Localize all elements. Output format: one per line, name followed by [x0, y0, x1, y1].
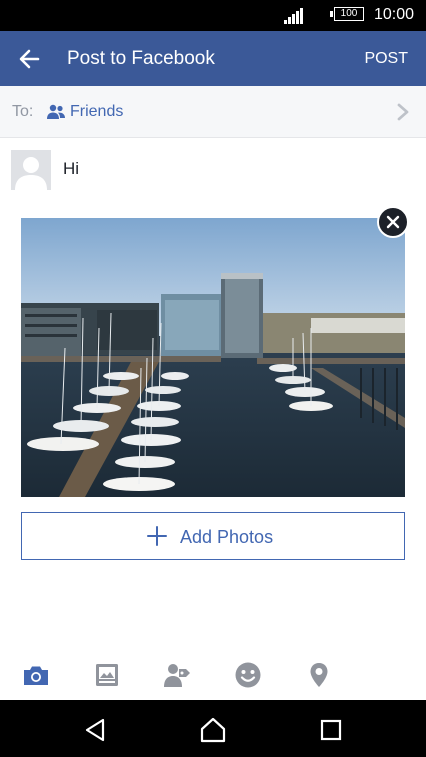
clock: 10:00	[374, 6, 415, 23]
to-label: To:	[12, 103, 34, 120]
camera-icon[interactable]	[21, 660, 51, 690]
back-icon[interactable]	[82, 716, 110, 744]
page-title: Post to Facebook	[67, 48, 215, 69]
add-photos-button[interactable]: Add Photos	[21, 512, 405, 560]
chevron-right-icon	[397, 103, 409, 121]
tag-people-icon[interactable]	[162, 660, 192, 690]
back-arrow-icon[interactable]	[14, 44, 44, 74]
audience-value: Friends	[70, 103, 124, 120]
attached-photo	[21, 218, 405, 497]
app-bar: Post to Facebook POST	[0, 31, 426, 86]
location-pin-icon[interactable]	[304, 660, 334, 690]
plus-icon	[147, 526, 167, 546]
add-photos-label: Add Photos	[180, 527, 274, 547]
feeling-icon[interactable]	[233, 660, 263, 690]
home-icon[interactable]	[199, 716, 227, 744]
friends-icon	[47, 104, 65, 119]
status-text[interactable]: Hi	[63, 159, 79, 179]
post-button[interactable]: POST	[364, 50, 408, 68]
battery-tip	[330, 11, 333, 17]
signal-icon	[284, 8, 303, 24]
recents-icon[interactable]	[317, 716, 345, 744]
battery-icon: 100	[334, 7, 364, 21]
navigation-bar	[0, 700, 426, 757]
avatar	[11, 150, 51, 190]
remove-photo-button[interactable]	[377, 206, 409, 238]
audience-selector[interactable]: To: Friends	[0, 86, 426, 138]
status-bar: 100 10:00	[0, 0, 426, 31]
photo-album-icon[interactable]	[92, 660, 122, 690]
harbor-photo	[21, 218, 405, 497]
default-avatar-icon	[11, 150, 51, 190]
close-icon	[386, 215, 400, 229]
